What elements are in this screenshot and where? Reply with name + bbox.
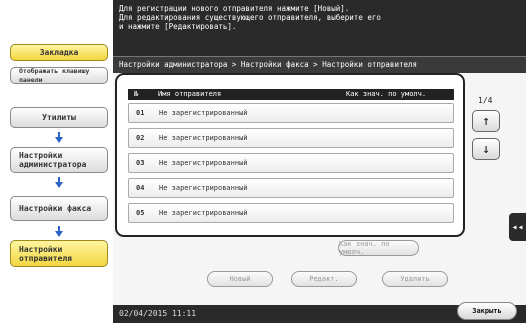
new-button[interactable]: Новый: [207, 271, 273, 287]
header-num: №: [134, 90, 139, 98]
arrow-down-icon: [55, 226, 63, 237]
help-message: Для регистрации нового отправителя нажми…: [119, 4, 381, 31]
left-panel: Закладка Отображать клавишу панели Утили…: [0, 0, 113, 323]
row-name: Не зарегистрированный: [159, 159, 248, 167]
list-header: № Имя отправителя Как знач. по умолч.: [128, 89, 454, 100]
row-name: Не зарегистрированный: [159, 109, 248, 117]
arrow-down-icon: [55, 177, 63, 188]
row-number: 04: [136, 184, 145, 192]
close-button[interactable]: Закрыть: [457, 302, 517, 320]
fax-settings-button[interactable]: Настройки факса: [10, 196, 108, 221]
page-indicator: 1/4: [478, 96, 493, 105]
row-number: 03: [136, 159, 145, 167]
datetime: 02/04/2015 11:11: [119, 309, 197, 318]
double-chevron-left-icon: ◂◂: [511, 221, 524, 233]
list-item[interactable]: 03 Не зарегистрированный: [128, 153, 454, 173]
sender-settings-button[interactable]: Настройки отправителя: [10, 240, 108, 267]
header-sender-name: Имя отправителя: [158, 90, 222, 98]
list-item[interactable]: 02 Не зарегистрированный: [128, 128, 454, 148]
show-panel-key-button[interactable]: Отображать клавишу панели: [10, 67, 108, 84]
edit-button[interactable]: Редакт.: [291, 271, 357, 287]
delete-button[interactable]: Удалить: [382, 271, 448, 287]
arrow-down-icon: ↓: [482, 141, 490, 157]
screen: Закладка Отображать клавишу панели Утили…: [0, 0, 526, 323]
utilities-button[interactable]: Утилиты: [10, 107, 108, 128]
set-default-button[interactable]: Как знач. по умолч.: [338, 240, 419, 256]
side-panel-tab[interactable]: ◂◂: [509, 213, 526, 241]
row-number: 01: [136, 109, 145, 117]
page-up-button[interactable]: ↑: [472, 110, 500, 132]
list-item[interactable]: 05 Не зарегистрированный: [128, 203, 454, 223]
row-number: 05: [136, 209, 145, 217]
arrow-down-icon: [55, 132, 63, 143]
page-down-button[interactable]: ↓: [472, 138, 500, 160]
list-item[interactable]: 01 Не зарегистрированный: [128, 103, 454, 123]
breadcrumb: Настройки администратора > Настройки фак…: [119, 60, 418, 69]
row-number: 02: [136, 134, 145, 142]
breadcrumb-bar: Настройки администратора > Настройки фак…: [113, 56, 526, 74]
admin-settings-button[interactable]: Настройки администратора: [10, 147, 108, 173]
arrow-up-icon: ↑: [482, 113, 490, 129]
row-name: Не зарегистрированный: [159, 184, 248, 192]
row-name: Не зарегистрированный: [159, 209, 248, 217]
bookmark-button[interactable]: Закладка: [10, 44, 108, 61]
list-item[interactable]: 04 Не зарегистрированный: [128, 178, 454, 198]
header-default: Как знач. по умолч.: [346, 90, 427, 98]
row-name: Не зарегистрированный: [159, 134, 248, 142]
